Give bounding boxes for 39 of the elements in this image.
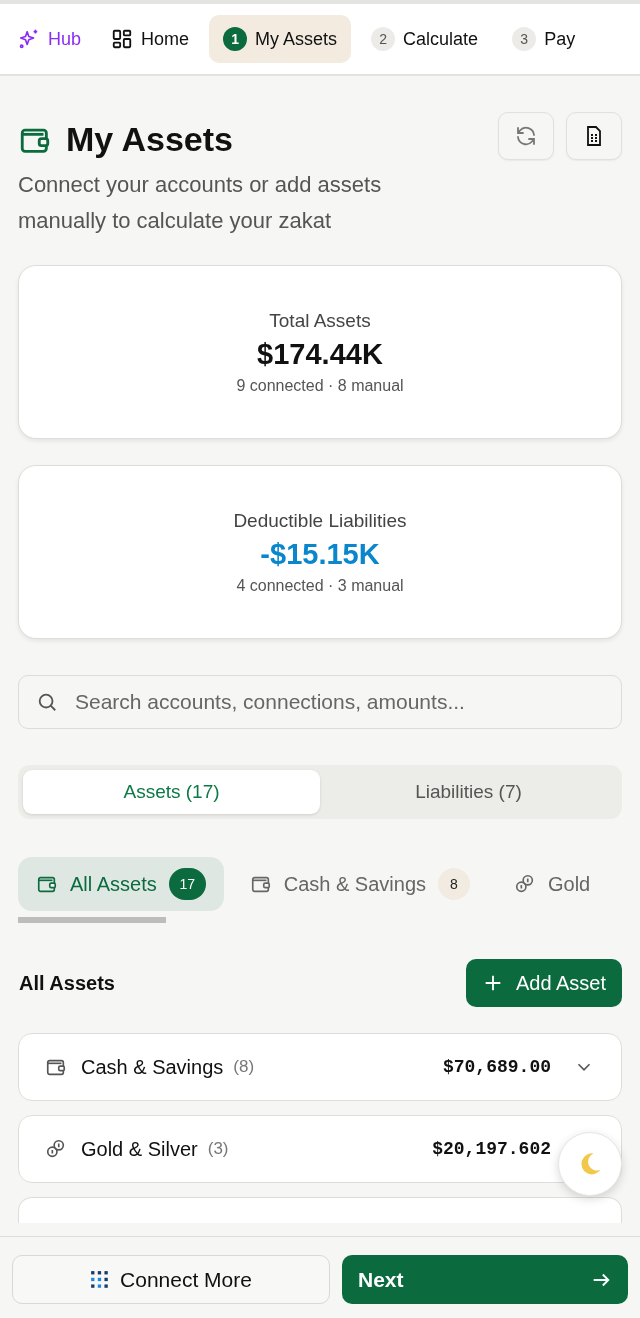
nav-tab[interactable]: 2 Calculate <box>357 15 493 63</box>
category-row[interactable]: Gold & Silver (3) $20,197.602 <box>18 1115 622 1183</box>
segment-tab[interactable]: Assets (17) <box>23 770 320 814</box>
document-button[interactable] <box>566 112 622 160</box>
nav-tab[interactable]: 3 Pay <box>498 15 590 63</box>
search-field[interactable]: Search accounts, connections, amounts... <box>18 675 622 729</box>
category-count: (3) <box>207 1139 229 1159</box>
category-name: Cash & Savings <box>81 1055 224 1079</box>
refresh-icon <box>514 124 538 148</box>
next-button[interactable]: Next <box>342 1255 628 1304</box>
category-count: (8) <box>233 1057 255 1077</box>
add-asset-button[interactable]: Add Asset <box>465 959 622 1007</box>
card-label: Deductible Liabilities <box>233 509 407 532</box>
grid-icon <box>111 28 134 50</box>
filter-chip[interactable]: Cash & Savings 8 <box>231 857 488 911</box>
coins-icon <box>45 1138 67 1160</box>
card-label: Total Assets <box>269 309 371 332</box>
refresh-button[interactable] <box>498 112 554 160</box>
category-amount: $70,689.00 <box>442 1057 551 1077</box>
segment-tab[interactable]: Liabilities (7) <box>320 770 617 814</box>
section-title: All Assets <box>18 971 115 995</box>
page-title: My Assets <box>18 120 484 159</box>
category-name: Gold & Silver <box>81 1137 198 1161</box>
coins-icon <box>514 873 536 895</box>
card-value: $174.44K <box>257 337 383 371</box>
filter-chip[interactable]: All Assets 17 <box>18 857 224 911</box>
grid-dots-icon <box>90 1269 111 1290</box>
card-detail: 4 connected · 3 manual <box>236 576 404 595</box>
category-row[interactable]: Cash & Savings (8) $70,689.00 <box>18 1033 622 1101</box>
nav-tab[interactable]: 1 My Assets <box>209 15 352 63</box>
connect-more-button[interactable]: Connect More <box>12 1255 330 1304</box>
page-subtitle: Connect your accounts or add assets manually to calculate your zakat <box>18 171 383 235</box>
filter-chip[interactable]: Gold <box>496 857 609 911</box>
card-detail: 9 connected · 8 manual <box>236 376 404 395</box>
nav-tab[interactable]: Home <box>97 15 204 63</box>
sparkle-icon <box>18 28 40 50</box>
category-amount: $20,197.602 <box>432 1139 551 1159</box>
nav-tab[interactable]: Hub <box>8 15 92 63</box>
card-value: -$15.15K <box>260 537 380 571</box>
